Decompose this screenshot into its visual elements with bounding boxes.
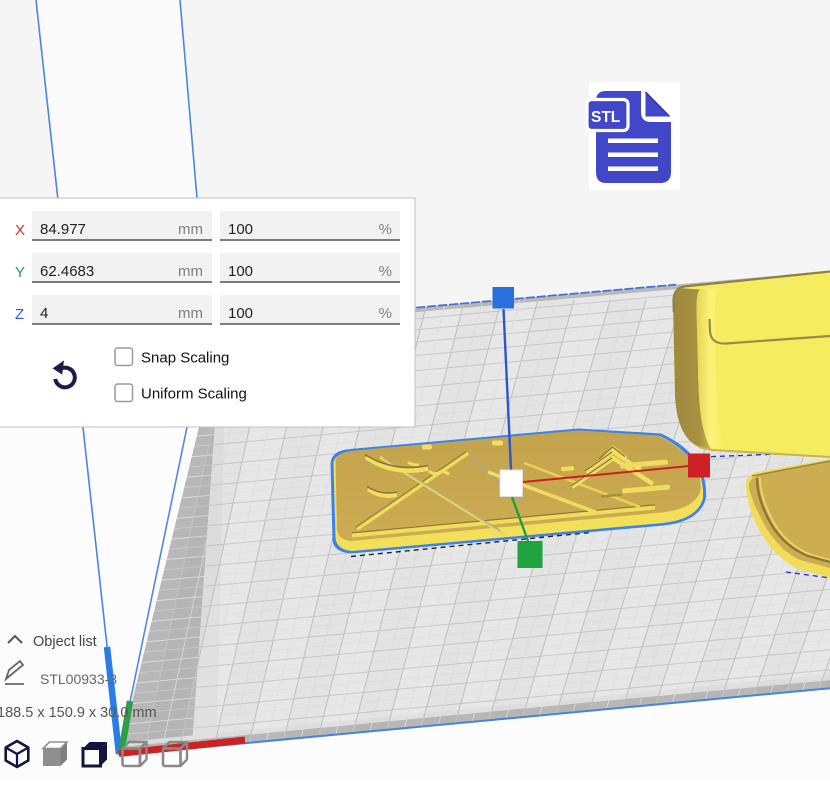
svg-text:62.4683: 62.4683 <box>40 263 94 280</box>
svg-text:Snap Scaling: Snap Scaling <box>141 350 229 367</box>
svg-text:%: % <box>379 305 392 322</box>
svg-text:100: 100 <box>228 221 253 238</box>
svg-text:Object list: Object list <box>33 634 97 650</box>
svg-text:4: 4 <box>40 305 48 322</box>
svg-text:84.977: 84.977 <box>40 221 86 238</box>
svg-text:100: 100 <box>228 263 253 280</box>
svg-text:188.5 x 150.9 x 30.0 mm: 188.5 x 150.9 x 30.0 mm <box>0 705 157 721</box>
svg-text:mm: mm <box>178 305 203 322</box>
svg-text:Uniform Scaling: Uniform Scaling <box>141 386 247 403</box>
svg-text:%: % <box>379 221 392 238</box>
svg-text:STL00933-3: STL00933-3 <box>40 671 117 687</box>
svg-text:100: 100 <box>228 305 253 322</box>
svg-text:X: X <box>15 222 25 239</box>
svg-text:Y: Y <box>15 264 25 281</box>
svg-text:mm: mm <box>178 263 203 280</box>
svg-text:%: % <box>379 263 392 280</box>
svg-text:STL: STL <box>591 109 620 126</box>
svg-text:Z: Z <box>15 306 24 323</box>
svg-text:mm: mm <box>178 221 203 238</box>
